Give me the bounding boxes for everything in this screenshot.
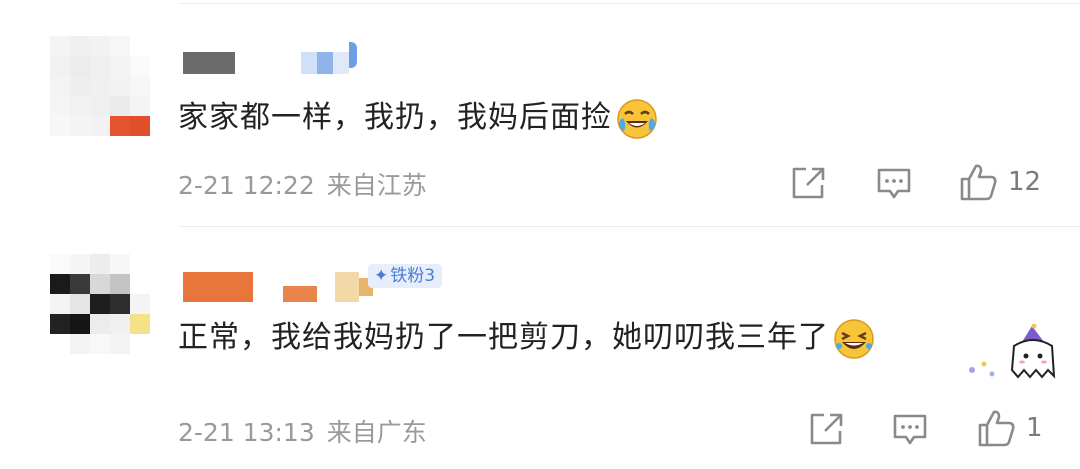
- comment-item: 家家都一样，我扔，我妈后面捡 2-21 12:22 来自江苏 12: [0, 0, 1080, 228]
- ghost-decoration-icon: [969, 324, 1056, 379]
- comment-icon: [893, 414, 927, 445]
- avatar[interactable]: [50, 254, 150, 354]
- comment-icon: [877, 168, 911, 199]
- star-icon: ✦: [374, 266, 389, 286]
- share-button[interactable]: [790, 166, 826, 200]
- share-button[interactable]: [808, 412, 844, 446]
- comment-meta: 2-21 12:22 来自江苏: [178, 166, 427, 202]
- comment-text: 正常，我给我妈扔了一把剪刀，她叨叨我三年了: [178, 312, 875, 360]
- fan-level-badge: ✦ 铁粉3: [368, 264, 443, 288]
- comment-meta: 2-21 13:13 来自广东: [178, 413, 427, 449]
- like-button[interactable]: 12: [958, 162, 1041, 202]
- crying-laughing-emoji-icon: [617, 98, 657, 139]
- share-icon: [792, 167, 825, 199]
- thumbs-up-icon: [978, 410, 1015, 447]
- comment-location: 来自江苏: [326, 171, 427, 200]
- laughing-emoji-icon: [834, 318, 874, 359]
- username[interactable]: [183, 42, 373, 74]
- share-icon: [810, 413, 843, 445]
- reply-button[interactable]: [892, 413, 928, 447]
- thumbs-up-icon: [960, 164, 997, 201]
- comment-location: 来自广东: [326, 418, 427, 447]
- like-count: 1: [1026, 413, 1043, 443]
- like-button[interactable]: 1: [976, 408, 1043, 448]
- badge-label: 铁粉3: [390, 266, 436, 286]
- comment-divider: [178, 226, 1080, 227]
- reply-button[interactable]: [876, 167, 912, 201]
- username[interactable]: [183, 272, 378, 302]
- avatar[interactable]: [50, 36, 150, 136]
- comment-text: 家家都一样，我扔，我妈后面捡: [178, 92, 658, 140]
- comment-time: 2-21 12:22: [178, 171, 315, 200]
- comment-time: 2-21 13:13: [178, 418, 315, 447]
- like-count: 12: [1008, 167, 1042, 197]
- comment-item: ✦ 铁粉3 正常，我给我妈扔了一把剪刀，她叨叨我三年了 2-21 13:13 来自广…: [0, 228, 1080, 469]
